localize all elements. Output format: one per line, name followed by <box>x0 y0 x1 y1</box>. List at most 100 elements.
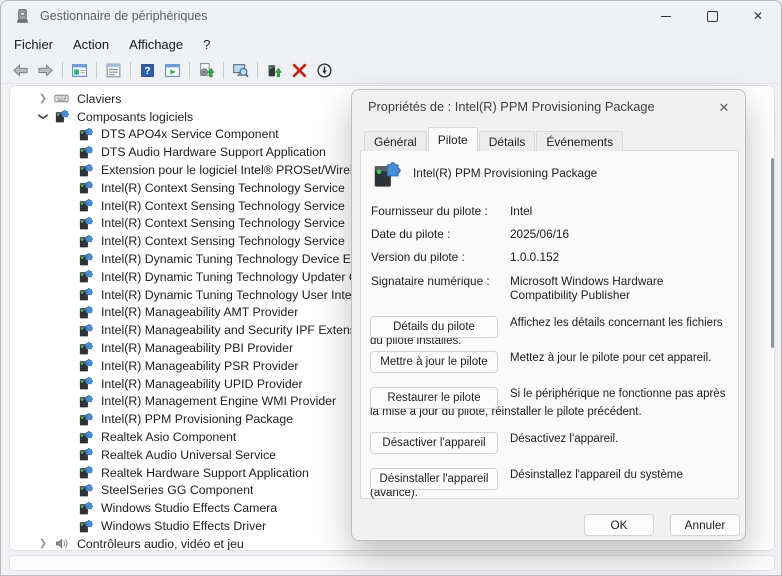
action-row: Désactiver l'appareil Désactivez l'appar… <box>370 429 732 447</box>
disable-device-icon[interactable] <box>312 59 337 82</box>
software-component-icon <box>78 180 94 196</box>
expand-chevron-icon[interactable] <box>32 538 54 549</box>
tree-item-label: Extension pour le logiciel Intel® PROSet… <box>101 163 372 177</box>
action-row: Mettre à jour le pilote Mettez à jour le… <box>370 348 732 366</box>
window-title: Gestionnaire de périphériques <box>40 9 207 23</box>
tree-item-label: Intel(R) Context Sensing Technology Serv… <box>101 234 345 248</box>
cancel-button[interactable]: Annuler <box>670 514 740 536</box>
tree-item-label: Intel(R) PPM Provisioning Package <box>101 412 293 426</box>
tree-item-label: Intel(R) Management Engine WMI Provider <box>101 394 336 408</box>
dialog-tab[interactable]: Pilote <box>428 127 478 151</box>
show-console-tree-icon[interactable] <box>67 59 92 82</box>
tree-item-label: Intel(R) Manageability UPID Provider <box>101 377 303 391</box>
tree-item-label: Contrôleurs audio, vidéo et jeu <box>77 537 244 551</box>
ok-button[interactable]: OK <box>584 514 654 536</box>
scan-hardware-changes-icon[interactable] <box>228 59 253 82</box>
menu-item[interactable]: ? <box>193 33 220 56</box>
maximize-icon[interactable] <box>689 1 735 31</box>
tree-item-label: DTS Audio Hardware Support Application <box>101 145 326 159</box>
audio-controllers-icon <box>54 536 70 551</box>
window-controls: ✕ <box>643 1 781 31</box>
expand-chevron-icon[interactable] <box>32 111 54 122</box>
field-value: 1.0.0.152 <box>510 250 724 264</box>
field-row: Signataire numérique :Microsoft Windows … <box>371 274 729 302</box>
action-description: Désactivez l'appareil. <box>510 433 618 445</box>
software-component-icon <box>78 251 94 267</box>
field-row: Date du pilote :2025/06/16 <box>371 227 729 241</box>
forward-icon[interactable] <box>33 59 58 82</box>
action-button[interactable]: Restaurer le pilote <box>370 387 498 409</box>
field-row: Version du pilote :1.0.0.152 <box>371 250 729 264</box>
menu-item[interactable]: Affichage <box>119 33 193 56</box>
toolbar-item <box>62 62 63 79</box>
action-button[interactable]: Désactiver l'appareil <box>370 432 498 454</box>
toolbar: ? <box>1 57 781 84</box>
keyboard-icon <box>54 91 70 107</box>
software-component-icon <box>78 411 94 427</box>
tree-item-label: Windows Studio Effects Driver <box>101 519 266 533</box>
update-driver-icon[interactable] <box>262 59 287 82</box>
device-name: Intel(R) PPM Provisioning Package <box>413 166 597 180</box>
toolbar-item <box>130 62 131 79</box>
dialog-tab[interactable]: Événements <box>536 131 623 151</box>
back-icon[interactable] <box>8 59 33 82</box>
tree-item-label: Intel(R) Manageability PSR Provider <box>101 359 299 373</box>
software-component-icon <box>78 393 94 409</box>
uninstall-device-icon[interactable] <box>287 59 312 82</box>
device-manager-window: Gestionnaire de périphériques ✕ Fichier … <box>0 0 782 576</box>
field-value: 2025/06/16 <box>510 227 724 241</box>
field-label: Signataire numérique : <box>371 274 510 288</box>
help-icon[interactable]: ? <box>135 59 160 82</box>
field-value: Microsoft Windows Hardware Compatibility… <box>510 274 724 302</box>
title-bar: Gestionnaire de périphériques ✕ <box>1 1 781 31</box>
menu-item[interactable]: Action <box>63 33 119 56</box>
action-button[interactable]: Détails du pilote <box>370 316 498 338</box>
menu-bar: Fichier Action Affichage ? <box>1 31 781 57</box>
toolbar-item <box>257 62 258 79</box>
properties-icon[interactable] <box>101 59 126 82</box>
expand-chevron-icon[interactable] <box>32 93 54 104</box>
software-component-icon <box>78 269 94 285</box>
action-pane-icon[interactable] <box>160 59 185 82</box>
action-button[interactable]: Mettre à jour le pilote <box>370 351 498 373</box>
tree-item-label: Intel(R) Context Sensing Technology Serv… <box>101 181 345 195</box>
update-driver-software-icon[interactable] <box>194 59 219 82</box>
dialog-close-icon[interactable]: ✕ <box>712 96 736 120</box>
dialog-title: Propriétés de : Intel(R) PPM Provisionin… <box>368 99 655 114</box>
tree-item-label: Windows Studio Effects Camera <box>101 501 277 515</box>
svg-text:?: ? <box>144 66 150 77</box>
field-value: Intel <box>510 204 724 218</box>
software-component-icon <box>78 162 94 178</box>
vertical-scrollbar[interactable] <box>771 158 774 348</box>
software-component-icon <box>78 233 94 249</box>
software-component-icon <box>78 126 94 142</box>
software-component-icon <box>78 215 94 231</box>
tree-item-label: Claviers <box>77 92 121 106</box>
field-row: Fournisseur du pilote :Intel <box>371 204 729 218</box>
toolbar-item <box>223 62 224 79</box>
software-component-icon <box>78 429 94 445</box>
close-icon[interactable]: ✕ <box>735 1 781 31</box>
tree-item-label: Realtek Audio Universal Service <box>101 448 276 462</box>
action-button[interactable]: Désinstaller l'appareil <box>370 468 498 490</box>
tree-item-label: Intel(R) Context Sensing Technology Serv… <box>101 216 345 230</box>
software-component-icon <box>78 144 94 160</box>
driver-tab-page: Intel(R) PPM Provisioning Package Fourni… <box>360 150 739 499</box>
field-label: Date du pilote : <box>371 227 510 241</box>
dialog-tab[interactable]: Général <box>364 131 427 151</box>
dialog-tabs: Général Pilote Détails Événements <box>364 127 624 151</box>
device-manager-icon <box>14 8 31 25</box>
tree-item-label: Composants logiciels <box>77 110 193 124</box>
software-component-icon <box>78 482 94 498</box>
minimize-icon[interactable] <box>643 1 689 31</box>
software-component-icon <box>78 518 94 534</box>
software-component-icon <box>78 304 94 320</box>
action-row: Désinstaller l'appareil Désinstallez l'a… <box>370 465 732 501</box>
software-component-icon <box>78 465 94 481</box>
menu-item[interactable]: Fichier <box>4 33 63 56</box>
software-component-icon <box>54 109 70 125</box>
tree-item-label: Intel(R) Manageability PBI Provider <box>101 341 293 355</box>
software-component-icon <box>78 500 94 516</box>
action-row: Détails du pilote Affichez les détails c… <box>370 313 732 349</box>
dialog-tab[interactable]: Détails <box>479 131 536 151</box>
